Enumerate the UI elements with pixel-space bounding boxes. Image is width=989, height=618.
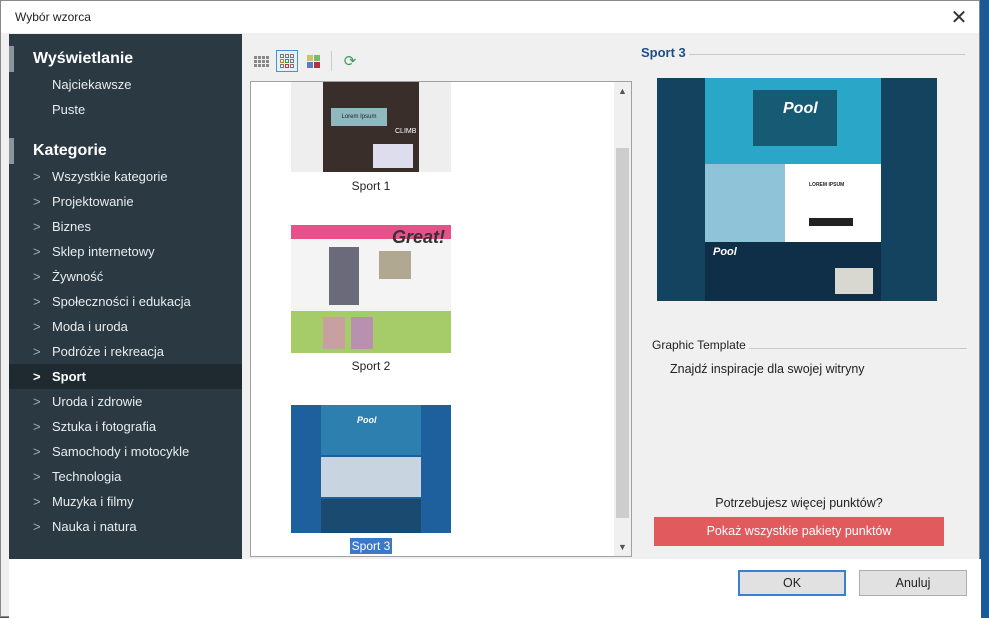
category-label: Technologia [52, 469, 122, 484]
sidebar: Wyświetlanie Najciekawsze Puste Kategori… [9, 34, 242, 559]
category-label: Żywność [52, 269, 104, 284]
thumb-text: CLIMB [395, 128, 417, 135]
preview-heading: LOREM IPSUM [809, 182, 845, 188]
chevron-right-icon: > [33, 394, 41, 409]
template-description: Znajdź inspiracje dla swojej witryny [670, 362, 865, 376]
template-thumb-sport-1[interactable]: Lorem Ipsum CLIMB [291, 82, 451, 172]
sidebar-item-category[interactable]: > Sport [9, 364, 242, 389]
divider [749, 348, 967, 349]
chevron-right-icon: > [33, 194, 41, 209]
template-dialog: Wybór wzorca ✕ Wyświetlanie Najciekawsze… [0, 0, 981, 618]
category-label: Uroda i zdrowie [52, 394, 143, 409]
category-label: Społeczności i edukacja [52, 294, 191, 309]
template-type: Graphic Template [652, 338, 746, 352]
chevron-right-icon: > [33, 294, 41, 309]
chevron-right-icon: > [33, 344, 41, 359]
sidebar-item-category[interactable]: > Społeczności i edukacja [9, 289, 242, 314]
sidebar-item-category[interactable]: > Nauka i natura [9, 514, 242, 539]
category-label: Podróże i rekreacja [52, 344, 164, 359]
ok-button[interactable]: OK [738, 570, 846, 596]
divider [689, 54, 965, 55]
template-preview: Pool LOREM IPSUM Pool [657, 78, 937, 301]
category-label: Biznes [52, 219, 92, 234]
refresh-icon[interactable]: ⟳ [339, 50, 361, 72]
sidebar-item-category[interactable]: > Żywność [9, 264, 242, 289]
sidebar-item-category[interactable]: > Sklep internetowy [9, 239, 242, 264]
chevron-right-icon: > [33, 244, 41, 259]
scroll-up-icon[interactable]: ▲ [614, 82, 631, 96]
category-label: Projektowanie [52, 194, 134, 209]
thumb-text: Great! [391, 227, 445, 247]
template-thumb-sport-3[interactable]: Pool [291, 405, 451, 533]
template-list: Lorem Ipsum CLIMB Sport 1 Great! Sport 2… [250, 81, 632, 557]
chevron-right-icon: > [33, 319, 41, 334]
sidebar-item-category[interactable]: > Uroda i zdrowie [9, 389, 242, 414]
chevron-right-icon: > [33, 444, 41, 459]
sidebar-item-category[interactable]: > Moda i uroda [9, 314, 242, 339]
template-thumb-sport-2[interactable]: Great! [291, 225, 451, 353]
toolbar-divider [331, 51, 332, 71]
sidebar-item-category[interactable]: > Muzyka i filmy [9, 489, 242, 514]
preview-footer-logo: Pool [713, 246, 737, 258]
cancel-button[interactable]: Anuluj [859, 570, 967, 596]
chevron-right-icon: > [33, 494, 41, 509]
small-grid-icon[interactable] [250, 50, 272, 72]
display-heading: Wyświetlanie [9, 46, 242, 72]
sidebar-item-category[interactable]: > Sztuka i fotografia [9, 414, 242, 439]
points-question: Potrzebujesz więcej punktów? [715, 496, 883, 510]
sidebar-item-category[interactable]: > Biznes [9, 214, 242, 239]
chevron-right-icon: > [33, 219, 41, 234]
preview-logo: Pool [783, 100, 818, 117]
template-label[interactable]: Sport 2 [291, 359, 451, 373]
close-icon[interactable]: ✕ [947, 5, 971, 30]
category-label: Moda i uroda [52, 319, 128, 334]
category-label: Sklep internetowy [52, 244, 155, 259]
category-label: Wszystkie kategorie [52, 169, 168, 184]
view-toolbar: ⟳ [250, 50, 361, 72]
sidebar-item-category[interactable]: > Wszystkie kategorie [9, 164, 242, 189]
scrollbar-thumb[interactable] [616, 148, 629, 518]
sidebar-item-category[interactable]: > Technologia [9, 464, 242, 489]
show-points-packages-button[interactable]: Pokaż wszystkie pakiety punktów [654, 517, 944, 546]
medium-grid-icon[interactable] [276, 50, 298, 72]
title-bar: Wybór wzorca [1, 1, 979, 33]
category-label: Muzyka i filmy [52, 494, 134, 509]
sidebar-item-category[interactable]: > Podróże i rekreacja [9, 339, 242, 364]
chevron-right-icon: > [33, 419, 41, 434]
category-label: Samochody i motocykle [52, 444, 190, 459]
sidebar-item-category[interactable]: > Projektowanie [9, 189, 242, 214]
categories-heading: Kategorie [9, 138, 242, 164]
template-label[interactable]: Sport 1 [291, 179, 451, 193]
sidebar-item-najciekawsze[interactable]: Najciekawsze [9, 72, 242, 97]
color-grid-icon[interactable] [302, 50, 324, 72]
category-label: Nauka i natura [52, 519, 137, 534]
window-title: Wybór wzorca [15, 10, 91, 24]
chevron-right-icon: > [33, 269, 41, 284]
scroll-down-icon[interactable]: ▼ [614, 542, 631, 552]
category-label: Sztuka i fotografia [52, 419, 157, 434]
category-label: Sport [52, 369, 86, 384]
sidebar-item-puste[interactable]: Puste [9, 97, 242, 122]
thumb-text: Lorem Ipsum [331, 108, 387, 126]
sidebar-item-category[interactable]: > Samochody i motocykle [9, 439, 242, 464]
thumb-text: Pool [357, 415, 377, 425]
chevron-right-icon: > [33, 169, 41, 184]
scrollbar[interactable]: ▲ ▼ [614, 82, 631, 556]
chevron-right-icon: > [33, 469, 41, 484]
chevron-right-icon: > [33, 369, 41, 384]
preview-title: Sport 3 [641, 45, 686, 60]
chevron-right-icon: > [33, 519, 41, 534]
template-label[interactable]: Sport 3 [291, 538, 451, 554]
